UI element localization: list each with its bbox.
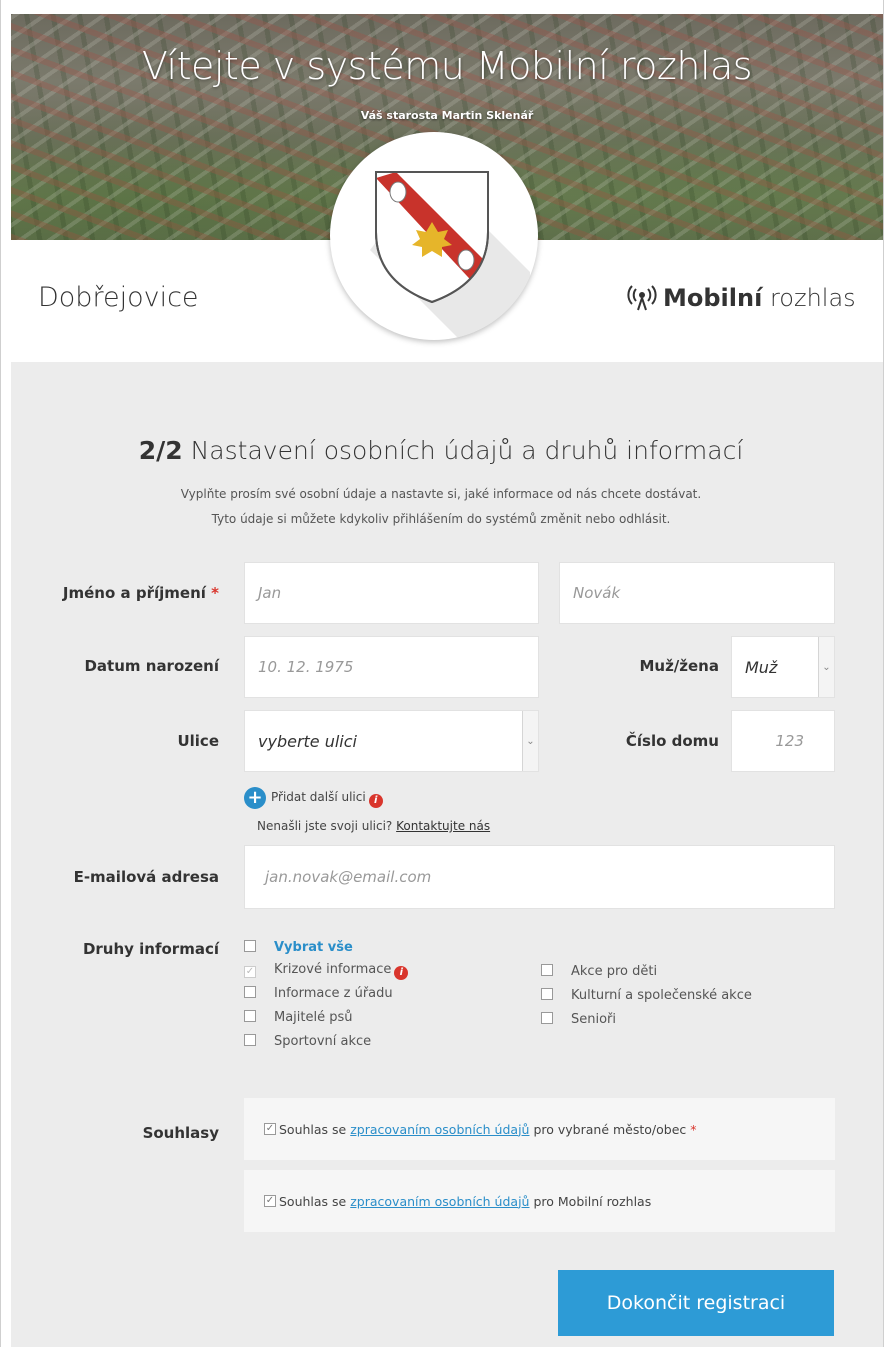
add-street-plus-icon[interactable]: + — [244, 787, 266, 809]
chevron-down-icon: ⌄ — [818, 637, 834, 697]
checkbox[interactable] — [244, 1034, 256, 1046]
brand-bold: Mobilní — [663, 284, 763, 312]
form-heading: 2/2 Nastavení osobních údajů a druhů inf… — [11, 436, 871, 465]
email-label: E-mailová adresa — [73, 868, 219, 886]
birth-date-label: Datum narození — [84, 657, 219, 675]
checkbox[interactable] — [541, 988, 553, 1000]
info-type-label: Kulturní a společenské akce — [571, 988, 752, 1003]
consent-text: pro vybrané město/obec — [533, 1121, 687, 1137]
required-mark: * — [690, 1121, 697, 1137]
not-found-text: Nenašli jste svoji ulici? Kontaktujte ná… — [257, 819, 490, 833]
email-input[interactable]: jan.novak@email.com — [244, 845, 835, 909]
broadcast-icon — [627, 285, 657, 311]
hero-title: Vítejte v systému Mobilní rozhlas — [141, 44, 753, 88]
brand-logo[interactable]: Mobilní rozhlas — [627, 284, 856, 312]
consent-text: Souhlas se — [279, 1121, 347, 1137]
consent-city-checkbox[interactable]: ✓ Souhlas se zpracovaním osobních údajů p… — [244, 1098, 835, 1160]
finish-registration-button[interactable]: Dokončit registraci — [558, 1270, 834, 1336]
checkbox[interactable]: ✓ — [244, 966, 256, 978]
last-name-input[interactable]: Novák — [559, 562, 835, 624]
info-type-culture[interactable]: Kulturní a společenské akce — [541, 988, 752, 1003]
required-mark: * — [211, 584, 219, 602]
info-type-kids[interactable]: Akce pro děti — [541, 964, 657, 979]
first-name-input[interactable]: Jan — [244, 562, 539, 624]
consents-label: Souhlasy — [142, 1124, 219, 1142]
coat-of-arms-emblem — [330, 132, 538, 340]
add-street-link[interactable]: Přidat další ulici i — [271, 790, 383, 808]
name-label-text: Jméno a příjmení — [62, 584, 206, 602]
hero-subtitle: Váš starosta Martin Sklenář — [360, 109, 534, 122]
info-types-label: Druhy informací — [82, 940, 219, 958]
checkbox[interactable] — [244, 940, 256, 952]
checkbox[interactable] — [244, 1010, 256, 1022]
privacy-link[interactable]: zpracovaním osobních údajů — [350, 1122, 529, 1137]
info-type-label: Krizové informace — [274, 962, 392, 977]
checkbox[interactable] — [541, 964, 553, 976]
info-type-crisis[interactable]: ✓ Krizové informace i — [244, 962, 409, 980]
birth-date-input[interactable]: 10. 12. 1975 — [244, 636, 539, 698]
checkbox[interactable] — [244, 986, 256, 998]
page-frame: Vítejte v systému Mobilní rozhlas Váš st… — [0, 0, 884, 1347]
town-name: Dobřejovice — [38, 282, 199, 313]
info-type-label: Majitelé psů — [274, 1010, 353, 1025]
select-all-checkbox[interactable]: Vybrat vše — [244, 940, 353, 955]
select-all-label: Vybrat vše — [274, 940, 353, 955]
heading-text: Nastavení osobních údajů a druhů informa… — [190, 436, 744, 465]
not-found-question: Nenašli jste svoji ulici? — [257, 819, 393, 833]
checkbox-checked[interactable]: ✓ — [264, 1123, 276, 1135]
contact-link[interactable]: Kontaktujte nás — [396, 819, 490, 833]
info-type-label: Senioři — [571, 1012, 617, 1027]
gender-value: Muž — [745, 657, 778, 677]
house-number-input[interactable]: 123 — [731, 710, 835, 772]
info-icon[interactable]: i — [368, 794, 383, 808]
step-number: 2/2 — [138, 436, 183, 465]
add-street-text: Přidat další ulici — [271, 790, 366, 804]
info-type-label: Sportovní akce — [274, 1034, 372, 1049]
registration-form: 2/2 Nastavení osobních údajů a druhů inf… — [11, 362, 883, 1347]
gender-label: Muž/žena — [639, 657, 719, 675]
house-number-label: Číslo domu — [625, 732, 719, 750]
info-type-label: Informace z úřadu — [274, 986, 393, 1001]
info-icon[interactable]: i — [394, 966, 409, 980]
street-value: vyberte ulici — [258, 731, 357, 751]
consent-text: Souhlas se — [279, 1193, 347, 1209]
consent-app-checkbox[interactable]: ✓ Souhlas se zpracovaním osobních údajů p… — [244, 1170, 835, 1232]
consent-text: pro Mobilní rozhlas — [533, 1193, 652, 1209]
checkbox-checked[interactable]: ✓ — [264, 1195, 276, 1207]
info-type-sports[interactable]: Sportovní akce — [244, 1034, 371, 1049]
privacy-link[interactable]: zpracovaním osobních údajů — [350, 1194, 529, 1209]
checkbox[interactable] — [541, 1012, 553, 1024]
gender-select[interactable]: Muž ⌄ — [731, 636, 835, 698]
info-type-seniors[interactable]: Senioři — [541, 1012, 616, 1027]
street-label: Ulice — [177, 732, 219, 750]
info-type-label: Akce pro děti — [571, 964, 658, 979]
info-type-office[interactable]: Informace z úřadu — [244, 986, 393, 1001]
intro-line-2: Tyto údaje si můžete kdykoliv přihlášení… — [211, 512, 671, 526]
info-type-dogs[interactable]: Majitelé psů — [244, 1010, 353, 1025]
intro-line-1: Vyplňte prosím své osobní údaje a nastav… — [180, 487, 702, 501]
name-label: Jméno a příjmení * — [11, 584, 219, 602]
chevron-down-icon: ⌄ — [522, 711, 538, 771]
brand-light: rozhlas — [769, 284, 856, 312]
street-select[interactable]: vyberte ulici ⌄ — [244, 710, 539, 772]
